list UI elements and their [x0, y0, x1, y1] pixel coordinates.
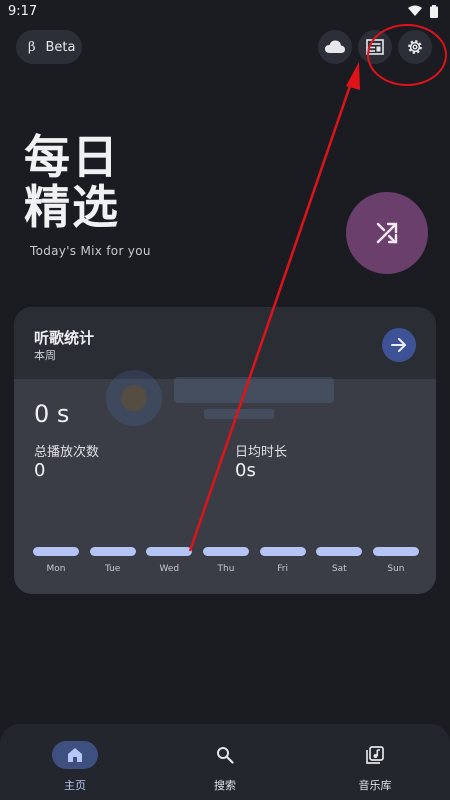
- day-bar: [89, 547, 136, 556]
- weekly-bars: Mon Tue Wed Thu Fri Sat Sun: [33, 547, 419, 574]
- hero-title-line2: 精选: [24, 180, 120, 234]
- wifi-icon: [408, 5, 422, 16]
- day-bar: [146, 547, 193, 556]
- watermark-logo: [106, 370, 334, 426]
- nav-item-library[interactable]: 音乐库: [315, 724, 435, 800]
- stats-title: 听歌统计: [34, 329, 95, 347]
- day-column-wed: Wed: [146, 547, 193, 574]
- bottom-navigation: 主页 搜索 音乐库: [0, 724, 450, 800]
- day-label: Wed: [159, 564, 180, 574]
- search-icon: [217, 747, 234, 764]
- total-listening-time: 0 s: [34, 400, 70, 428]
- cloud-icon: [325, 40, 345, 53]
- total-plays-label: 总播放次数: [34, 445, 100, 460]
- arrow-right-icon: [391, 338, 406, 352]
- stats-open-button[interactable]: [382, 328, 416, 362]
- hero-title-line1: 每日: [24, 130, 120, 184]
- day-column-sun: Sun: [372, 547, 419, 574]
- daily-avg-value: 0s: [235, 460, 256, 481]
- day-label: Tue: [104, 564, 121, 574]
- nav-item-search[interactable]: 搜索: [165, 724, 285, 800]
- beta-symbol: β: [28, 39, 36, 55]
- day-bar: [33, 547, 79, 556]
- day-bar: [316, 547, 363, 556]
- daily-avg-label: 日均时长: [235, 445, 288, 460]
- day-column-fri: Fri: [259, 547, 306, 574]
- day-bar: [372, 547, 419, 556]
- shuffle-button[interactable]: [346, 192, 428, 274]
- cloud-button[interactable]: [318, 30, 352, 64]
- hero-title: 每日 精选: [24, 132, 120, 232]
- day-column-thu: Thu: [202, 547, 249, 574]
- stats-period: 本周: [34, 349, 56, 362]
- library-icon: [366, 746, 384, 764]
- status-bar: 9:17: [0, 0, 450, 22]
- day-label: Sun: [387, 564, 405, 574]
- beta-label: Beta: [45, 39, 76, 55]
- day-bar: [202, 547, 249, 556]
- battery-icon: [430, 4, 438, 18]
- annotation-circle: [367, 24, 447, 86]
- day-label: Sat: [331, 564, 347, 574]
- hero-subtitle: Today's Mix for you: [30, 244, 151, 258]
- day-label: Fri: [277, 564, 288, 574]
- listening-stats-card[interactable]: 听歌统计 本周 0 s 总播放次数 0 日均时长 0s Mon Tue Wed …: [14, 307, 436, 594]
- day-label: Mon: [46, 564, 66, 574]
- beta-chip[interactable]: β Beta: [16, 30, 82, 64]
- total-plays-value: 0: [34, 460, 46, 481]
- day-column-tue: Tue: [89, 547, 136, 574]
- nav-label-search: 搜索: [214, 779, 236, 792]
- day-column-sat: Sat: [316, 547, 363, 574]
- day-label: Thu: [217, 564, 235, 574]
- nav-item-home[interactable]: 主页: [15, 724, 135, 800]
- shuffle-icon: [376, 222, 398, 244]
- home-icon: [68, 748, 82, 762]
- day-column-mon: Mon: [33, 547, 79, 574]
- status-time: 9:17: [8, 3, 38, 19]
- nav-label-home: 主页: [64, 779, 86, 792]
- day-bar: [259, 547, 306, 556]
- nav-label-library: 音乐库: [358, 779, 392, 792]
